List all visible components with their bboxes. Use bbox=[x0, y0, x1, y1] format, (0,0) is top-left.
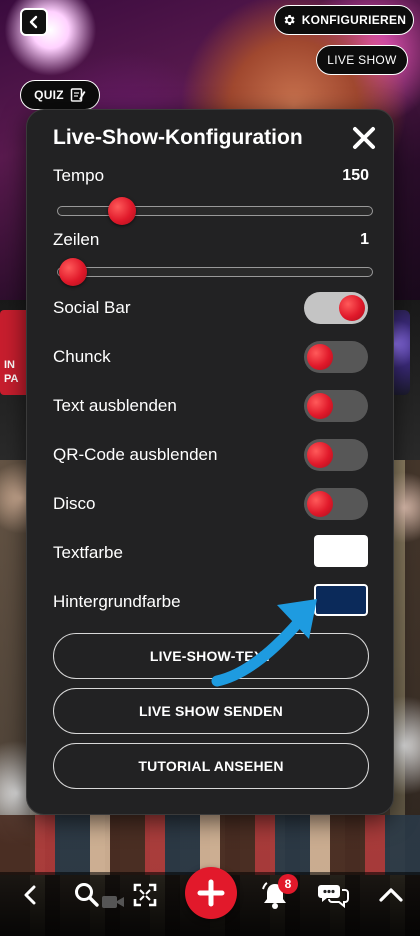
hide-text-toggle[interactable] bbox=[304, 390, 368, 422]
quiz-label: QUIZ bbox=[34, 88, 64, 102]
social-bar-toggle[interactable] bbox=[304, 292, 368, 324]
text-color-swatch[interactable] bbox=[314, 535, 368, 567]
toggle-label-social-bar: Social Bar bbox=[53, 298, 131, 317]
background-color-label: Hintergrundfarbe bbox=[53, 592, 181, 611]
toggle-label-disco: Disco bbox=[53, 494, 96, 513]
chevron-up-icon bbox=[379, 888, 403, 902]
background-tile-text: IN PA bbox=[4, 359, 19, 385]
close-icon[interactable] bbox=[351, 125, 377, 151]
photo-strip bbox=[0, 815, 420, 875]
tempo-slider-thumb[interactable] bbox=[107, 197, 136, 225]
tempo-value: 150 bbox=[342, 167, 369, 184]
add-button[interactable] bbox=[185, 867, 237, 919]
dialog-title: Live-Show-Konfiguration bbox=[53, 126, 303, 149]
fullscreen-button[interactable] bbox=[128, 878, 162, 912]
rows-slider-thumb[interactable] bbox=[59, 258, 87, 286]
rows-slider[interactable] bbox=[57, 267, 373, 277]
text-color-label: Textfarbe bbox=[53, 543, 123, 562]
toggle-knob bbox=[307, 344, 333, 370]
tempo-slider[interactable] bbox=[57, 206, 373, 216]
scroll-up-button[interactable] bbox=[374, 878, 408, 912]
toggle-knob bbox=[307, 393, 333, 419]
live-show-button[interactable]: LIVE SHOW bbox=[316, 45, 408, 75]
live-show-config-dialog: Live-Show-Konfiguration Tempo 150 Zeilen… bbox=[26, 109, 394, 815]
notification-count-badge: 8 bbox=[278, 874, 298, 894]
rows-label: Zeilen bbox=[53, 230, 100, 249]
quiz-button[interactable]: QUIZ bbox=[20, 80, 100, 110]
nav-back-button[interactable] bbox=[14, 878, 48, 912]
toggle-label-hide-qr: QR-Code ausblenden bbox=[53, 445, 218, 464]
search-icon bbox=[75, 883, 99, 907]
rows-value: 1 bbox=[360, 231, 369, 248]
toggle-label-hide-text: Text ausblenden bbox=[53, 396, 177, 415]
chat-bubbles-icon bbox=[318, 885, 349, 909]
edit-icon bbox=[70, 88, 86, 102]
toggle-knob bbox=[307, 442, 333, 468]
chevron-left-icon bbox=[24, 885, 36, 905]
video-camera-icon bbox=[100, 892, 126, 912]
expand-icon bbox=[133, 883, 157, 907]
disco-toggle[interactable] bbox=[304, 488, 368, 520]
plus-icon bbox=[197, 879, 225, 907]
watch-tutorial-button[interactable]: TUTORIAL ANSEHEN bbox=[53, 743, 369, 789]
hide-qr-code-toggle[interactable] bbox=[304, 439, 368, 471]
chat-button[interactable] bbox=[316, 878, 350, 912]
send-live-show-button[interactable]: LIVE SHOW SENDEN bbox=[53, 688, 369, 734]
live-show-label: LIVE SHOW bbox=[327, 53, 397, 67]
configure-label: KONFIGURIEREN bbox=[301, 13, 407, 27]
gear-icon bbox=[284, 14, 295, 26]
configure-button[interactable]: KONFIGURIEREN bbox=[274, 5, 414, 35]
chevron-left-icon bbox=[29, 15, 38, 29]
search-button[interactable] bbox=[70, 878, 104, 912]
back-button[interactable] bbox=[20, 8, 48, 36]
chunck-toggle[interactable] bbox=[304, 341, 368, 373]
tempo-label: Tempo bbox=[53, 166, 105, 185]
toggle-knob bbox=[339, 295, 365, 321]
toggle-label-chunck: Chunck bbox=[53, 347, 111, 366]
toggle-knob bbox=[307, 491, 333, 517]
annotation-arrow-icon bbox=[211, 599, 317, 687]
